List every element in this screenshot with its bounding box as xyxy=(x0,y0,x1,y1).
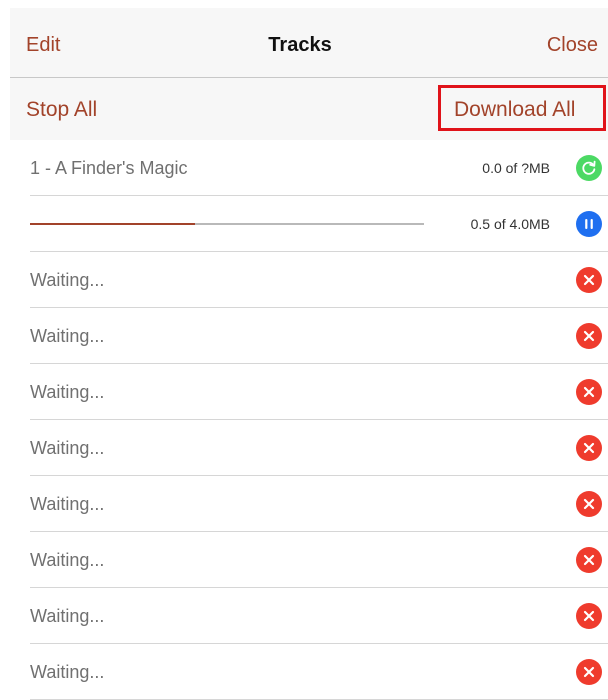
cancel-icon[interactable] xyxy=(576,603,602,629)
toolbar: Stop All Download All xyxy=(10,78,608,140)
track-size: 0.0 of ?MB xyxy=(482,160,550,176)
close-button[interactable]: Close xyxy=(547,34,598,57)
track-row-waiting[interactable]: Waiting... xyxy=(10,308,608,364)
track-row-waiting[interactable]: Waiting... xyxy=(10,476,608,532)
track-row-1[interactable]: 1 - A Finder's Magic 0.0 of ?MB xyxy=(10,140,608,196)
track-status: Waiting... xyxy=(30,438,105,458)
track-row-waiting[interactable]: Waiting... xyxy=(10,532,608,588)
cancel-icon[interactable] xyxy=(576,435,602,461)
track-list: 1 - A Finder's Magic 0.0 of ?MB 0.5 of 4… xyxy=(10,140,608,700)
cancel-icon[interactable] xyxy=(576,659,602,685)
download-all-label: Download All xyxy=(454,98,576,121)
pause-icon[interactable] xyxy=(576,211,602,237)
page-title: Tracks xyxy=(268,34,332,56)
track-row-waiting[interactable]: Waiting... xyxy=(10,588,608,644)
cancel-icon[interactable] xyxy=(576,547,602,573)
track-row-waiting[interactable]: Waiting... xyxy=(10,252,608,308)
track-status: Waiting... xyxy=(30,606,105,626)
track-status: Waiting... xyxy=(30,382,105,402)
track-title: 1 - A Finder's Magic xyxy=(30,158,188,178)
progress-bar-fill xyxy=(30,223,196,225)
track-row-waiting[interactable]: Waiting... xyxy=(10,364,608,420)
track-row-waiting[interactable]: Waiting... xyxy=(10,644,608,700)
download-all-button[interactable]: Download All xyxy=(438,85,606,131)
refresh-icon[interactable] xyxy=(576,155,602,181)
cancel-icon[interactable] xyxy=(576,323,602,349)
track-status: Waiting... xyxy=(30,326,105,346)
cancel-icon[interactable] xyxy=(576,379,602,405)
cancel-icon[interactable] xyxy=(576,267,602,293)
track-row-waiting[interactable]: Waiting... xyxy=(10,420,608,476)
progress-bar xyxy=(30,223,424,225)
track-status: Waiting... xyxy=(30,494,105,514)
track-status: Waiting... xyxy=(30,270,105,290)
stop-all-button[interactable]: Stop All xyxy=(26,98,97,122)
track-status: Waiting... xyxy=(30,550,105,570)
track-status: Waiting... xyxy=(30,662,105,682)
cancel-icon[interactable] xyxy=(576,491,602,517)
nav-bar: Edit Tracks Close xyxy=(10,8,608,78)
track-row-progress[interactable]: 0.5 of 4.0MB xyxy=(10,196,608,252)
track-size: 0.5 of 4.0MB xyxy=(470,216,550,232)
